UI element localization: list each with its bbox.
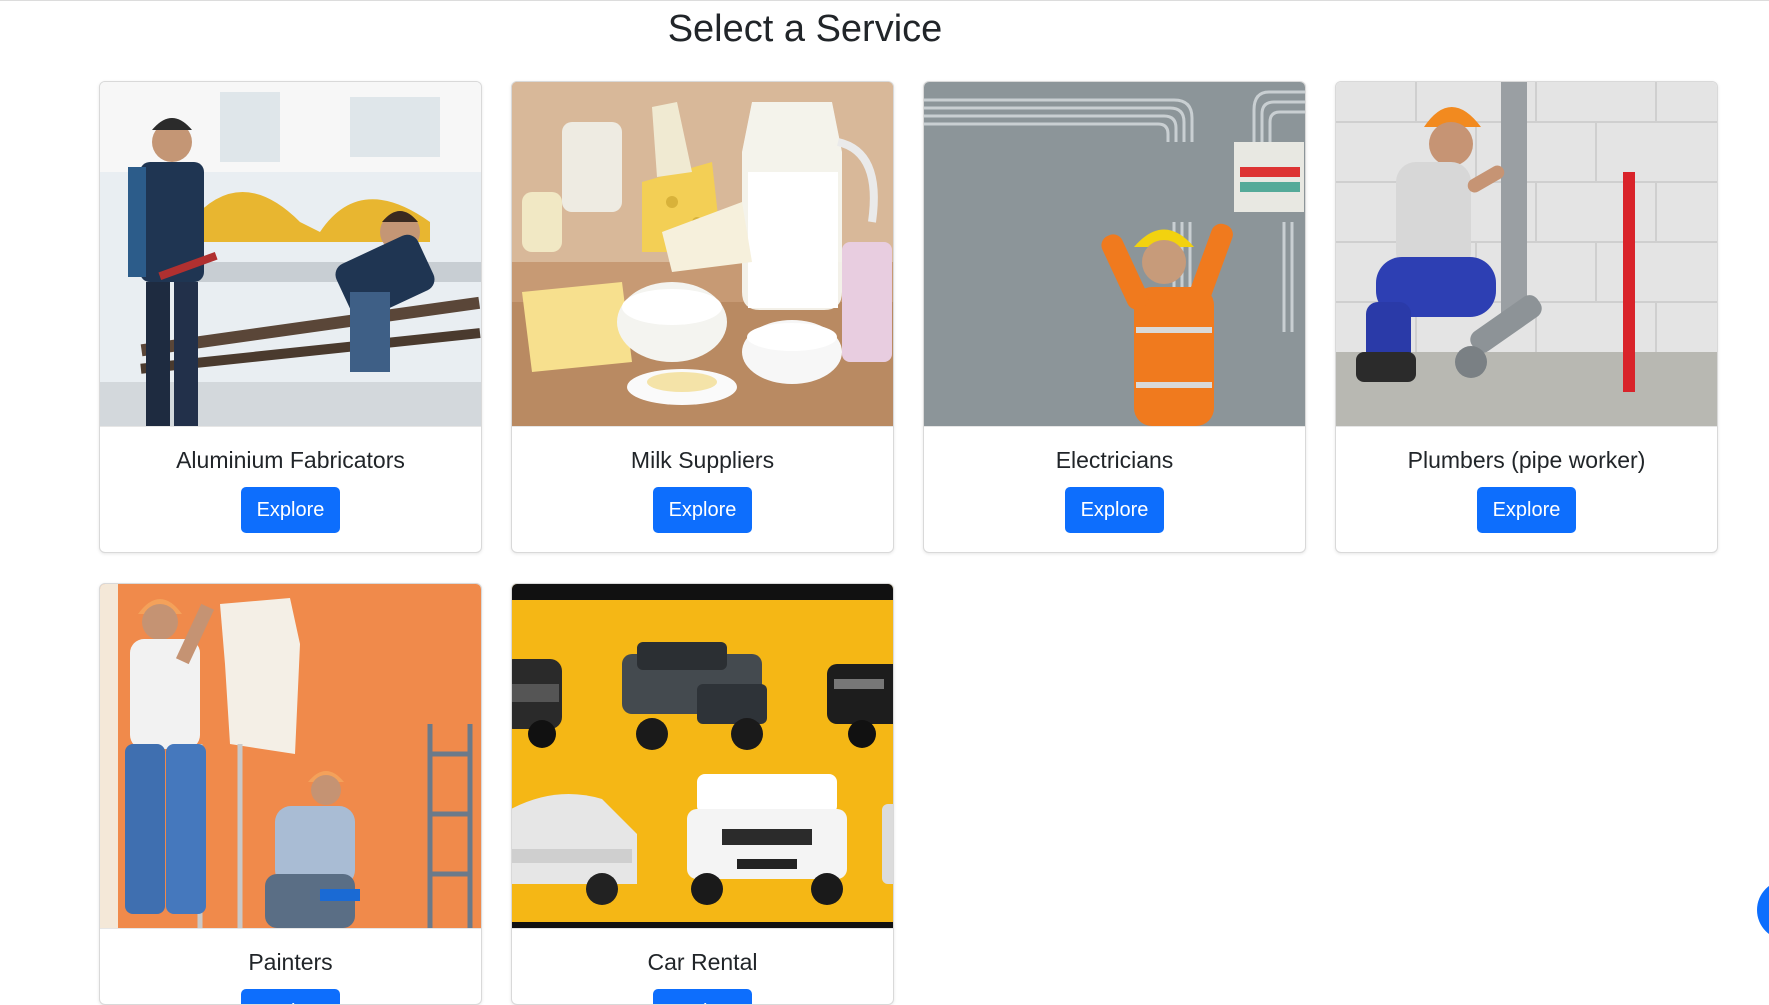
service-card-milk-suppliers: Milk Suppliers Explore [511, 81, 894, 553]
service-card-car-rental: Car Rental Explore [511, 583, 894, 1005]
service-name: Aluminium Fabricators [176, 447, 405, 473]
explore-button[interactable]: Explore [1476, 487, 1577, 533]
service-card-painters: Painters Explore [99, 583, 482, 1005]
service-card-plumbers: Plumbers (pipe worker) Explore [1335, 81, 1718, 553]
explore-button[interactable]: Explore [652, 487, 753, 533]
explore-button[interactable]: Explore [652, 989, 753, 1004]
service-name: Electricians [1055, 447, 1174, 473]
car-rental-image [512, 584, 893, 929]
electricians-image [924, 82, 1305, 427]
service-name: Milk Suppliers [630, 447, 775, 473]
plumbers-image [1336, 82, 1717, 427]
explore-button[interactable]: Explore [240, 487, 341, 533]
explore-button[interactable]: Explore [1064, 487, 1165, 533]
service-name: Car Rental [647, 949, 758, 975]
service-card-electricians: Electricians Explore [923, 81, 1306, 553]
service-card-aluminium-fabricators: Aluminium Fabricators Explore [99, 81, 482, 553]
service-name: Plumbers (pipe worker) [1407, 447, 1646, 473]
painters-image [100, 584, 481, 929]
explore-button[interactable]: Explore [240, 989, 341, 1004]
service-name: Painters [248, 949, 333, 975]
milk-suppliers-image [512, 82, 893, 427]
aluminium-fabricators-image [100, 82, 481, 427]
service-grid: Aluminium Fabricators Explore Milk Suppl… [0, 0, 1769, 1005]
